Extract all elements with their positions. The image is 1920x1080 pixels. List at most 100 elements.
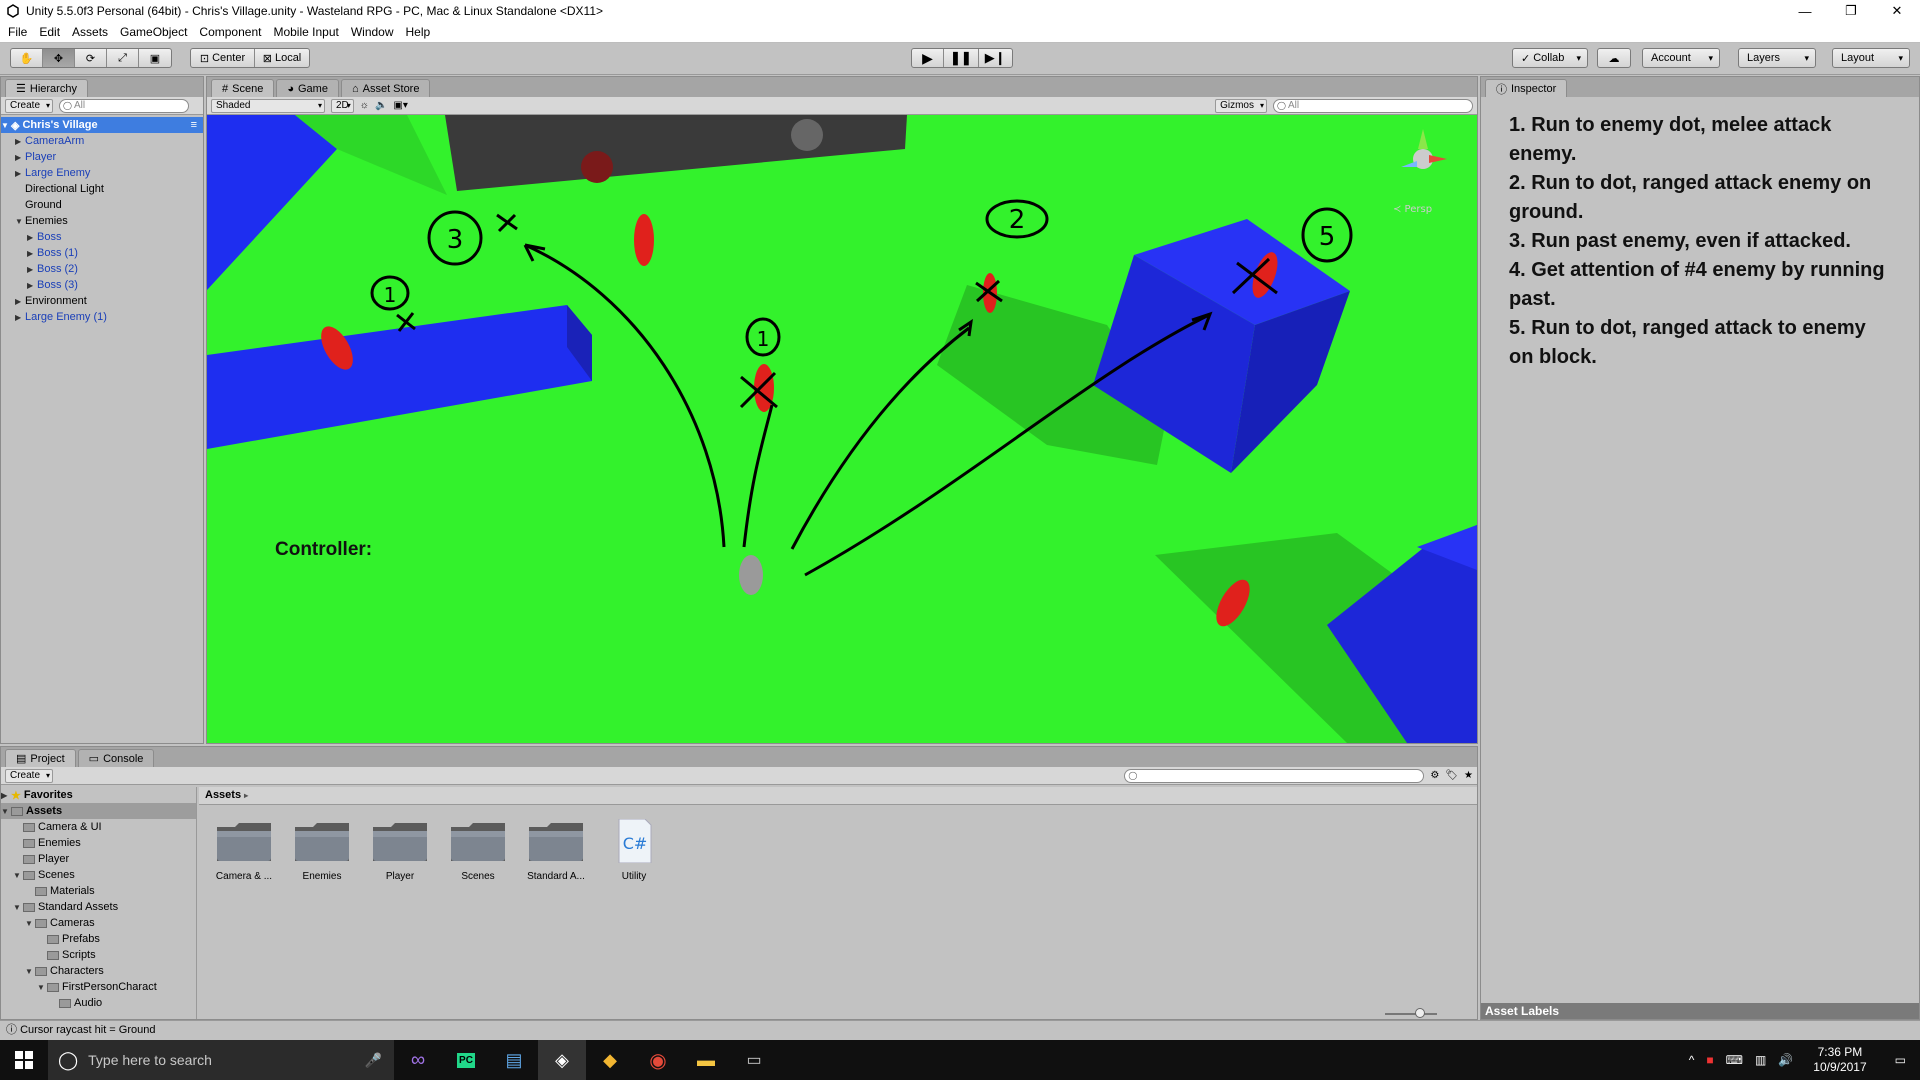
zoom-slider[interactable]	[1385, 1008, 1437, 1018]
expand-arrow-icon[interactable]: ▼	[25, 967, 35, 976]
project-folder-item[interactable]: Prefabs	[1, 931, 196, 947]
project-folder-item[interactable]: Camera & UI	[1, 819, 196, 835]
taskbar-search-input[interactable]: ◯ Type here to search 🎤	[48, 1040, 394, 1080]
collab-dropdown[interactable]: ✓ Collab	[1512, 48, 1588, 68]
menu-gameobject[interactable]: GameObject	[116, 25, 195, 39]
scene-menu-icon[interactable]: ≡	[191, 119, 197, 131]
audio-toggle-icon[interactable]: 🔈	[375, 100, 387, 111]
layers-dropdown[interactable]: Layers	[1738, 48, 1816, 68]
close-button[interactable]: ✕	[1874, 0, 1920, 22]
notifications-icon[interactable]: ▭	[1881, 1053, 1920, 1067]
asset-item[interactable]: Scenes	[447, 819, 509, 882]
wifi-icon[interactable]: ▥	[1749, 1053, 1772, 1067]
project-folder-item[interactable]: ▼ Characters	[1, 963, 196, 979]
tab-hierarchy[interactable]: ☰ Hierarchy	[5, 79, 88, 97]
breadcrumb-assets[interactable]: Assets	[205, 789, 241, 801]
menu-file[interactable]: File	[4, 25, 35, 39]
filter-type-icon[interactable]: ⚙	[1430, 770, 1439, 781]
pivot-center-button[interactable]: ⊡ Center	[191, 49, 255, 67]
project-folder-item[interactable]: Player	[1, 851, 196, 867]
toggle-2d-button[interactable]: 2D	[331, 98, 354, 113]
sourcetree-app[interactable]: ◆	[586, 1040, 634, 1080]
project-folder-item[interactable]: ▼ Scenes	[1, 867, 196, 883]
expand-arrow-icon[interactable]: ▶	[27, 249, 37, 258]
hierarchy-item[interactable]: Ground	[1, 197, 203, 213]
project-folder-item[interactable]: ▼ Assets	[1, 803, 196, 819]
expand-arrow-icon[interactable]: ▶	[27, 265, 37, 274]
expand-arrow-icon[interactable]: ▼	[25, 919, 35, 928]
expand-arrow-icon[interactable]: ▶	[15, 153, 25, 162]
tab-game[interactable]: ◕ Game	[276, 79, 339, 97]
filter-label-icon[interactable]: 🏷	[1445, 770, 1458, 781]
expand-arrow-icon[interactable]: ▼	[13, 871, 23, 880]
file-manager-app[interactable]: ▤	[490, 1040, 538, 1080]
tab-asset-store[interactable]: ⌂ Asset Store	[340, 79, 431, 97]
cloud-button[interactable]: ☁	[1598, 49, 1630, 67]
maximize-button[interactable]: ❐	[1828, 0, 1874, 22]
tray-expand-icon[interactable]: ^	[1683, 1053, 1701, 1067]
hierarchy-item[interactable]: ▶ Large Enemy (1)	[1, 309, 203, 325]
tab-project[interactable]: ▤ Project	[5, 749, 76, 767]
expand-arrow-icon[interactable]: ▶	[15, 313, 25, 322]
hierarchy-search-input[interactable]: All	[59, 98, 190, 113]
play-button[interactable]: ▶	[912, 49, 944, 67]
antivirus-icon[interactable]: ■	[1700, 1053, 1719, 1067]
unity-app[interactable]: ◈	[538, 1040, 586, 1080]
tab-scene[interactable]: # Scene	[211, 79, 275, 97]
hierarchy-item[interactable]: ▶ CameraArm	[1, 133, 203, 149]
expand-arrow-icon[interactable]: ▶	[27, 281, 37, 290]
favorite-star-icon[interactable]: ★	[1464, 770, 1473, 781]
expand-arrow-icon[interactable]: ▶	[15, 297, 25, 306]
expand-arrow-icon[interactable]: ▶	[15, 137, 25, 146]
hierarchy-item[interactable]: ▶ Player	[1, 149, 203, 165]
asset-item[interactable]: C# Utility	[603, 819, 665, 882]
chrome-app[interactable]: ◉	[634, 1040, 682, 1080]
expand-arrow-icon[interactable]: ▼	[37, 983, 47, 992]
minimize-button[interactable]: —	[1782, 0, 1828, 22]
move-tool-button[interactable]: ✥	[43, 49, 75, 67]
asset-item[interactable]: Enemies	[291, 819, 353, 882]
project-folder-item[interactable]: Scripts	[1, 947, 196, 963]
project-search-input[interactable]	[1124, 768, 1425, 783]
account-dropdown[interactable]: Account	[1642, 48, 1720, 68]
project-folder-item[interactable]: ▼ FirstPersonCharact	[1, 979, 196, 995]
asset-item[interactable]: Player	[369, 819, 431, 882]
project-create-dropdown[interactable]: Create	[5, 768, 54, 783]
menu-component[interactable]: Component	[195, 25, 269, 39]
expand-arrow-icon[interactable]: ▼	[13, 903, 23, 912]
zoom-slider-thumb[interactable]	[1415, 1008, 1425, 1018]
step-button[interactable]: ▶❙	[979, 49, 1012, 67]
lighting-toggle-icon[interactable]: ☼	[360, 100, 369, 111]
taskbar-clock[interactable]: 7:36 PM 10/9/2017	[1799, 1045, 1880, 1075]
asset-item[interactable]: Camera & ...	[213, 819, 275, 882]
pause-button[interactable]: ❚❚	[944, 49, 979, 67]
pivot-local-button[interactable]: ⊠ Local	[255, 49, 309, 67]
tab-console[interactable]: ▭ Console	[77, 749, 155, 767]
explorer-app[interactable]: ▬	[682, 1040, 730, 1080]
gizmos-dropdown[interactable]: Gizmos	[1215, 98, 1267, 113]
microphone-icon[interactable]: 🎤	[365, 1052, 382, 1069]
hierarchy-item[interactable]: ▶ Large Enemy	[1, 165, 203, 181]
hierarchy-item[interactable]: ▼ Enemies	[1, 213, 203, 229]
hierarchy-item[interactable]: Directional Light	[1, 181, 203, 197]
hierarchy-item[interactable]: ▶ Boss (2)	[1, 261, 203, 277]
expand-arrow-icon[interactable]: ▶	[27, 233, 37, 242]
hand-tool-button[interactable]: ✋	[11, 49, 43, 67]
layout-dropdown[interactable]: Layout	[1832, 48, 1910, 68]
asset-item[interactable]: Standard A...	[525, 819, 587, 882]
project-folder-item[interactable]: Audio	[1, 995, 196, 1011]
scene-search-input[interactable]: All	[1273, 98, 1473, 113]
expand-arrow-icon[interactable]: ▼	[1, 807, 11, 816]
menu-edit[interactable]: Edit	[35, 25, 68, 39]
tab-inspector[interactable]: ⓘ Inspector	[1485, 79, 1568, 97]
rotate-tool-button[interactable]: ⟳	[75, 49, 107, 67]
menu-help[interactable]: Help	[402, 25, 439, 39]
effects-dropdown-icon[interactable]: ▣▾	[393, 100, 407, 111]
asset-labels-bar[interactable]: Asset Labels	[1481, 1003, 1919, 1019]
network-icon[interactable]: ⌨	[1720, 1053, 1749, 1067]
favorites-row[interactable]: ▶ ★ Favorites	[1, 787, 196, 803]
menu-window[interactable]: Window	[347, 25, 402, 39]
project-folder-item[interactable]: ▼ Cameras	[1, 915, 196, 931]
menu-assets[interactable]: Assets	[68, 25, 116, 39]
scale-tool-button[interactable]: ⤢	[107, 49, 139, 67]
